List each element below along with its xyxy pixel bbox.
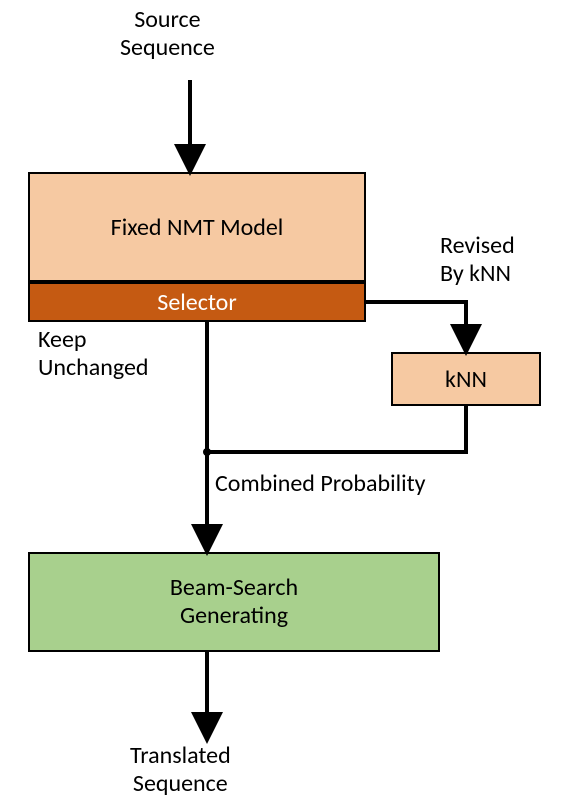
combined-probability-label: Combined Probability — [215, 470, 426, 498]
arrow-selector-to-knn — [366, 302, 466, 348]
connector-knn-to-join — [207, 406, 466, 452]
source-sequence-label: Source Sequence — [120, 6, 215, 61]
translated-sequence-label: Translated Sequence — [130, 742, 231, 797]
selector-label: Selector — [157, 288, 236, 317]
beam-search-box: Beam-Search Generating — [28, 552, 440, 652]
knn-label: kNN — [445, 365, 487, 394]
knn-box: kNN — [391, 352, 541, 406]
selector-box: Selector — [28, 282, 366, 322]
junction-dot — [203, 448, 211, 456]
fixed-nmt-box: Fixed NMT Model — [28, 172, 366, 282]
revised-by-knn-label: Revised By kNN — [440, 232, 515, 287]
keep-unchanged-label: Keep Unchanged — [38, 326, 149, 381]
beam-search-label: Beam-Search Generating — [170, 574, 298, 629]
fixed-nmt-label: Fixed NMT Model — [111, 213, 284, 242]
